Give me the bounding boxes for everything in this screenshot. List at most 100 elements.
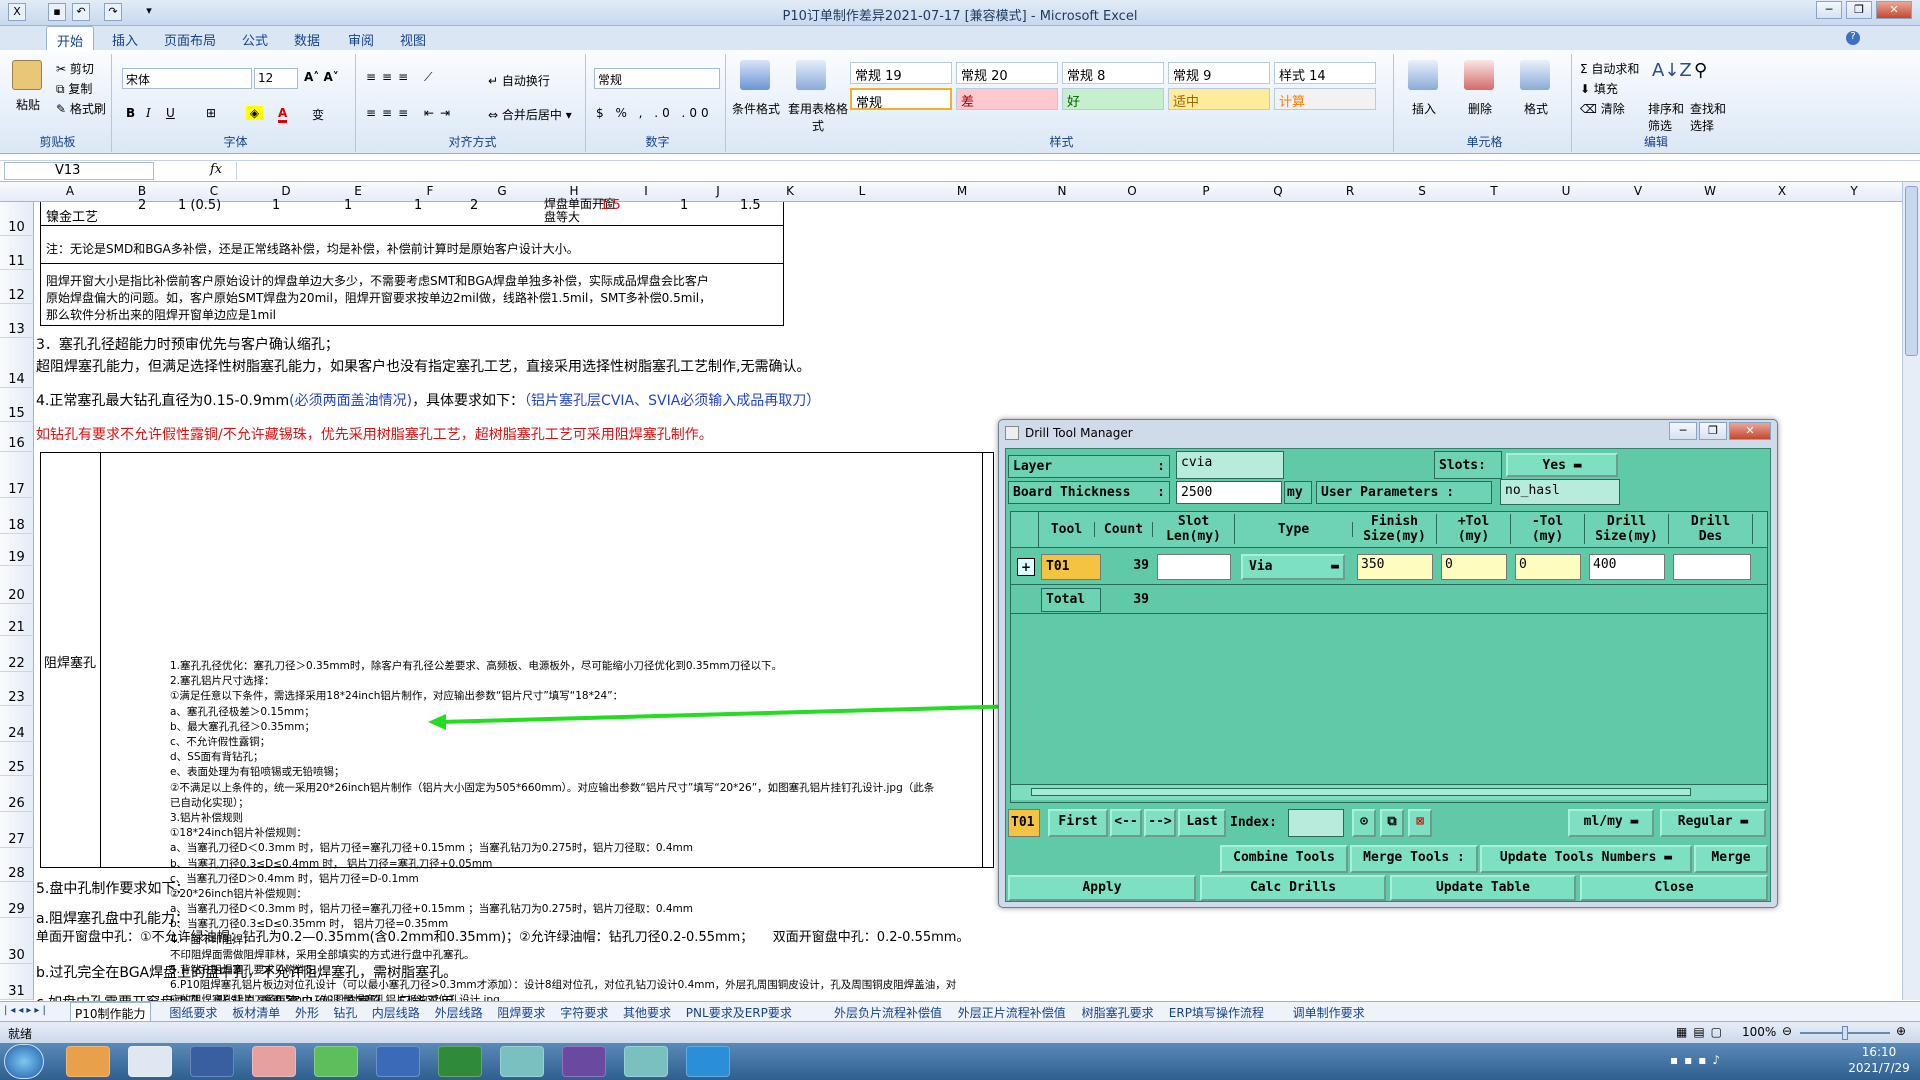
zoom-out-button[interactable]: ⊖: [1782, 1024, 1792, 1038]
dialog-title: Drill Tool Manager: [1025, 426, 1133, 440]
table-header: Tool Count Slot Len(my) Type Finish Size…: [1011, 512, 1767, 548]
combine-tools-button[interactable]: Combine Tools: [1220, 845, 1348, 873]
finish-size-input[interactable]: 350: [1357, 554, 1433, 580]
sheet-tab[interactable]: 钻孔: [333, 1004, 357, 1021]
search-icon[interactable]: ⊙: [1352, 809, 1376, 837]
sheet-tab[interactable]: 板材清单: [232, 1004, 280, 1021]
current-tool-indicator: T01: [1008, 809, 1040, 837]
apply-button[interactable]: Apply: [1008, 875, 1196, 901]
slots-value: Yes: [1542, 458, 1566, 473]
clock-time: 16:10: [1861, 1045, 1897, 1059]
drill-tool-manager-dialog: Drill Tool Manager ─ ❐ ✕ Layer: cvia Slo…: [998, 419, 1778, 908]
sheet-tabs-bar: |◂◂▸▸| P10制作能力 图纸要求 板材清单 外形 钻孔 内层线路 外层线路 阻焊要求 字符…: [0, 1001, 1920, 1025]
total-count: 39: [1133, 592, 1149, 607]
index-input[interactable]: [1288, 809, 1344, 837]
sheet-tab[interactable]: 树脂塞孔要求: [1082, 1004, 1154, 1021]
zoom-level[interactable]: 100%: [1742, 1025, 1776, 1039]
dialog-minimize-button[interactable]: ─: [1669, 422, 1697, 440]
slot-len-input[interactable]: [1157, 554, 1231, 580]
sheet-tab[interactable]: 外层正片流程补偿值: [958, 1004, 1066, 1021]
taskbar-save-icon[interactable]: [190, 1046, 234, 1077]
layer-label: Layer:: [1008, 455, 1170, 478]
update-tools-numbers-button[interactable]: Update Tools Numbers ▬: [1480, 845, 1692, 873]
copy-tool-icon[interactable]: ⧉: [1380, 809, 1404, 837]
units-select[interactable]: ml/my ▬: [1568, 809, 1654, 837]
table-scroll-thumb[interactable]: [1031, 788, 1691, 796]
board-thickness-input[interactable]: 2500: [1176, 481, 1282, 504]
tray-icons[interactable]: ▪▪▪♪: [1670, 1053, 1726, 1067]
header-type: Type: [1235, 522, 1353, 537]
status-bar: 就绪 ▦▤▢ 100% ⊖ ⊕: [0, 1021, 1920, 1043]
drill-des-input[interactable]: [1673, 554, 1751, 580]
zoom-slider-thumb[interactable]: [1842, 1026, 1848, 1040]
index-label: Index:: [1230, 815, 1277, 830]
user-parameters-input[interactable]: no_hasl: [1500, 479, 1620, 505]
minus-tol-input[interactable]: 0: [1515, 554, 1581, 580]
merge-tools-button[interactable]: Merge Tools :: [1350, 845, 1478, 873]
drill-size-input[interactable]: 400: [1589, 554, 1665, 580]
slots-select[interactable]: Yes ▬: [1506, 453, 1618, 477]
delete-tool-icon[interactable]: ⊠: [1408, 809, 1432, 837]
close-button[interactable]: Close: [1580, 875, 1768, 901]
taskbar-app-p-icon[interactable]: [314, 1046, 358, 1077]
header-slot-len: Slot Len(my): [1153, 514, 1235, 544]
dialog-app-icon: [1005, 426, 1019, 440]
clock-date: 2021/7/29: [1848, 1061, 1910, 1075]
tool-t01-cell[interactable]: T01: [1041, 554, 1101, 580]
taskbar-eye-app2-icon[interactable]: [624, 1046, 668, 1077]
start-button[interactable]: [4, 1044, 44, 1079]
units-value: ml/my: [1583, 814, 1623, 829]
taskbar-app-g-icon[interactable]: [252, 1046, 296, 1077]
slots-label: Slots:: [1434, 451, 1502, 479]
sheet-tab[interactable]: 调单制作要求: [1293, 1004, 1365, 1021]
update-tools-numbers-label: Update Tools Numbers: [1499, 850, 1657, 865]
dialog-maximize-button[interactable]: ❐: [1699, 422, 1727, 440]
board-thickness-label-text: Board Thickness: [1013, 485, 1131, 500]
next-button[interactable]: -->: [1144, 809, 1176, 837]
taskbar-word-icon[interactable]: [376, 1046, 420, 1077]
sheet-tab[interactable]: 字符要求: [560, 1004, 608, 1021]
sheet-tab[interactable]: 外层线路: [435, 1004, 483, 1021]
thickness-unit: my: [1284, 481, 1312, 504]
taskbar-notepad-icon[interactable]: [128, 1046, 172, 1077]
first-button[interactable]: First: [1048, 809, 1108, 837]
taskbar-app-sun-icon[interactable]: [66, 1046, 110, 1077]
sheet-tab[interactable]: 图纸要求: [169, 1004, 217, 1021]
last-button[interactable]: Last: [1178, 809, 1226, 837]
taskbar-excel-icon[interactable]: [438, 1046, 482, 1077]
count-cell: 39: [1133, 558, 1149, 573]
header-minus-tol: -Tol (my): [1511, 514, 1585, 544]
sheet-tab[interactable]: PNL要求及ERP要求: [686, 1004, 792, 1021]
taskbar-eye-app-icon[interactable]: [500, 1046, 544, 1077]
sheet-tab[interactable]: 内层线路: [372, 1004, 420, 1021]
total-label: Total: [1041, 588, 1101, 612]
update-table-button[interactable]: Update Table: [1390, 875, 1576, 901]
sheet-tab[interactable]: 外形: [295, 1004, 319, 1021]
header-drill-size: Drill Size(my): [1585, 514, 1669, 544]
type-select[interactable]: Via ▬: [1241, 554, 1345, 580]
taskbar-messenger-icon[interactable]: [686, 1046, 730, 1077]
sheet-tab[interactable]: 其他要求: [623, 1004, 671, 1021]
header-plus-tol: +Tol (my): [1437, 514, 1511, 544]
zoom-in-button[interactable]: ⊕: [1896, 1024, 1906, 1038]
expand-row-icon[interactable]: +: [1017, 558, 1035, 576]
sheet-tab[interactable]: 阻焊要求: [497, 1004, 545, 1021]
header-blank: [1011, 512, 1039, 548]
prev-button[interactable]: <--: [1110, 809, 1142, 837]
dialog-close-x-button[interactable]: ✕: [1729, 422, 1771, 440]
calc-drills-button[interactable]: Calc Drills: [1200, 875, 1386, 901]
table-horizontal-scrollbar[interactable]: [1011, 784, 1767, 800]
sheet-tab[interactable]: 外层负片流程补偿值: [834, 1004, 942, 1021]
sheet-tab[interactable]: ERP填写操作流程: [1169, 1004, 1264, 1021]
layer-input[interactable]: cvia: [1176, 451, 1284, 479]
plus-tol-input[interactable]: 0: [1441, 554, 1507, 580]
header-tool: Tool: [1039, 522, 1095, 537]
layer-label-text: Layer: [1013, 459, 1053, 474]
user-parameters-label: User Parameters :: [1316, 481, 1492, 504]
view-buttons[interactable]: ▦▤▢: [1676, 1025, 1728, 1039]
taskbar-x-app-icon[interactable]: [562, 1046, 606, 1077]
sheet-nav-arrows[interactable]: |◂◂▸▸|: [4, 1005, 49, 1016]
merge-button[interactable]: Merge: [1694, 845, 1768, 873]
mode-select[interactable]: Regular ▬: [1660, 809, 1766, 837]
mode-value: Regular: [1677, 814, 1733, 829]
